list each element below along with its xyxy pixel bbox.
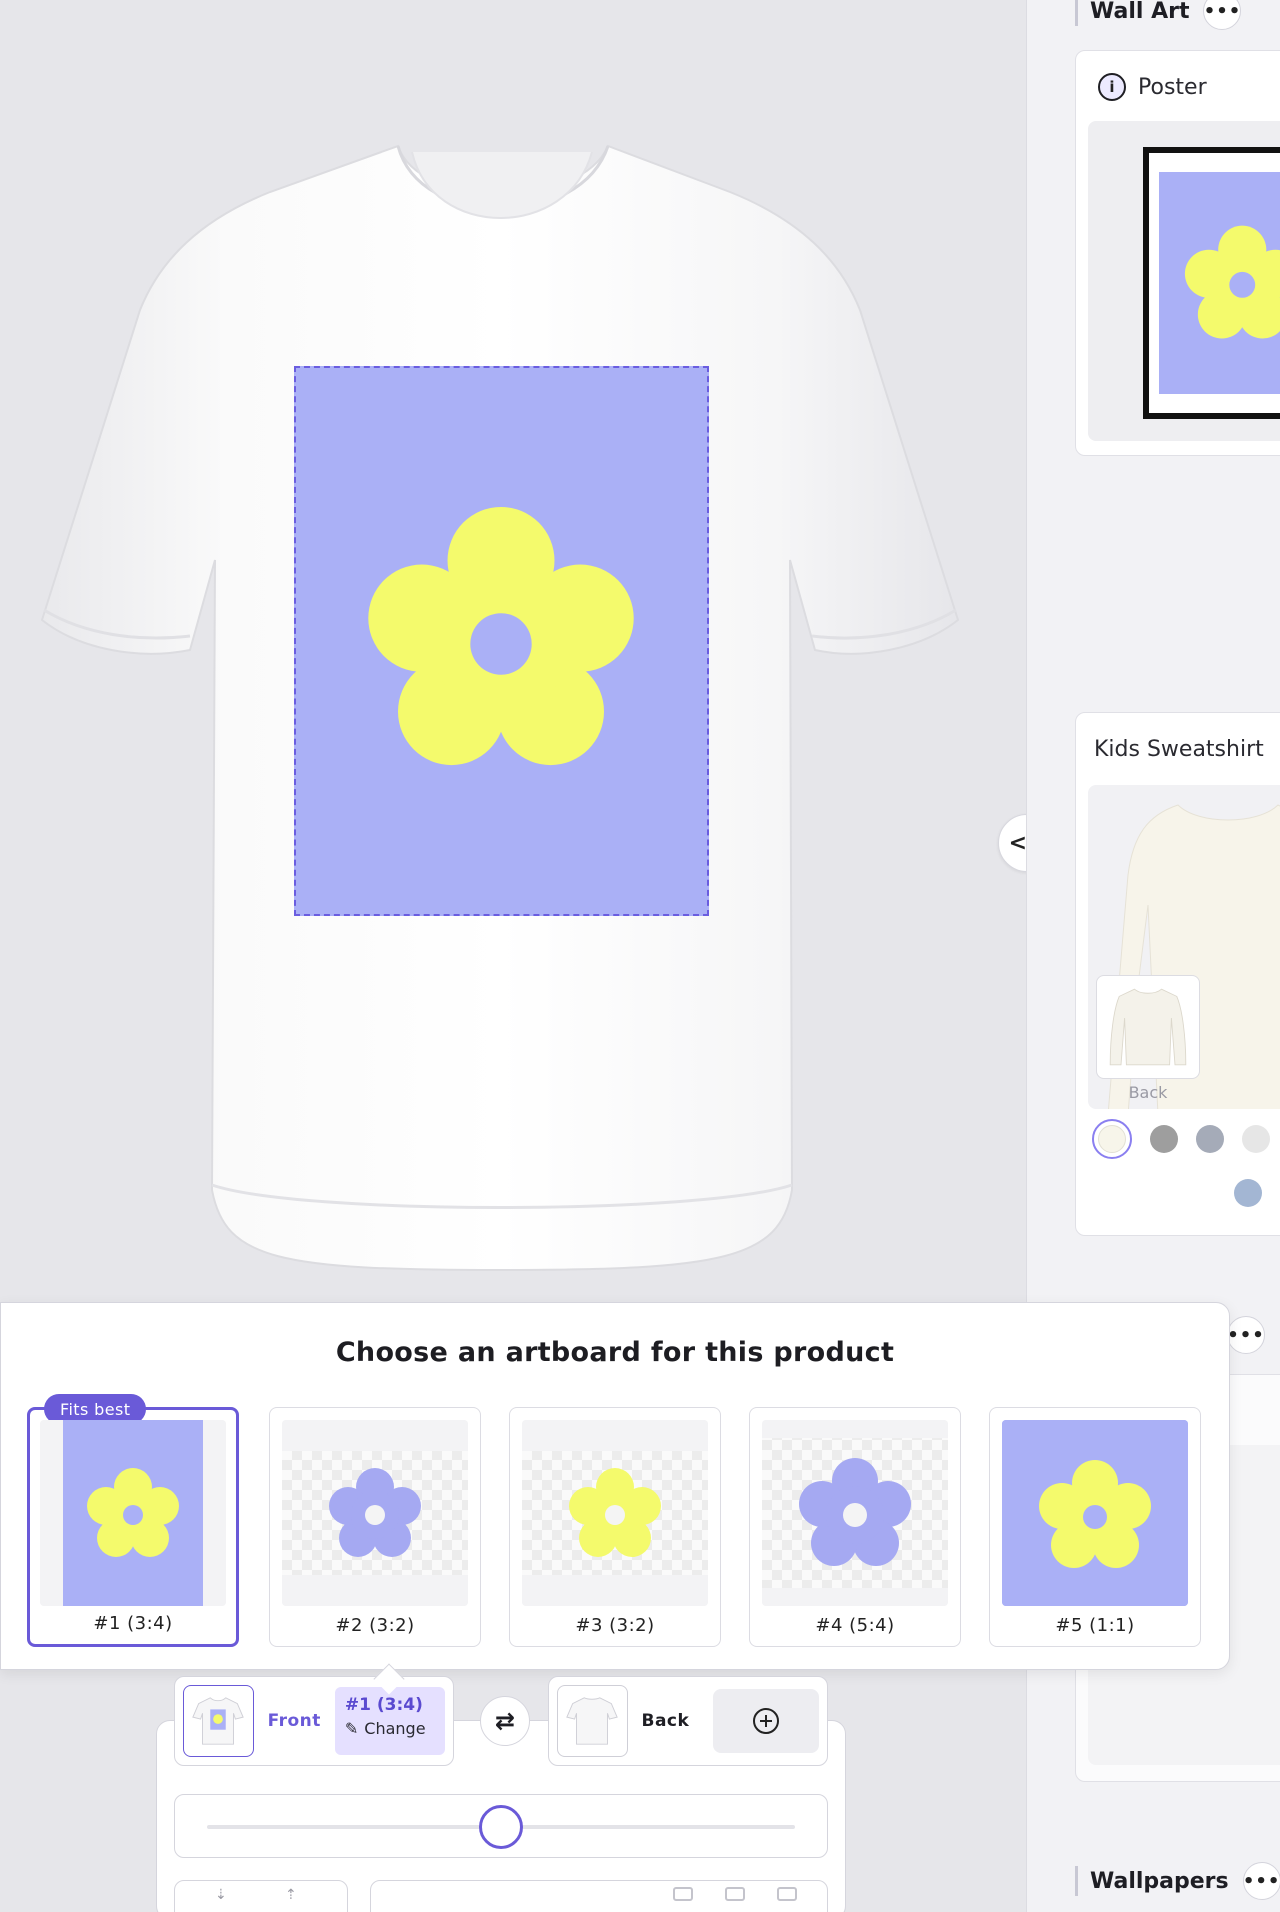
flower-design (296, 368, 707, 914)
artboard-option-3[interactable]: #3 (3:2) (509, 1407, 721, 1647)
change-artboard-button[interactable]: #1 (3:4) ✎ Change (334, 1687, 445, 1755)
more-dots-icon: ••• (1203, 0, 1242, 22)
poster-title: Poster (1138, 74, 1207, 100)
more-dots-icon: ••• (1242, 1870, 1280, 1892)
kids-sweatshirt-card[interactable]: Kids Sweatshirt Back (1075, 712, 1280, 1236)
flower-thumbnail (522, 1420, 708, 1606)
artboard-label: #3 (3:2) (575, 1615, 655, 1636)
current-artboard-label: #1 (3:4) (344, 1695, 423, 1715)
front-side-thumbnail[interactable] (183, 1685, 254, 1757)
artboard-thumbnail (1002, 1420, 1188, 1606)
artboard-option-5[interactable]: #5 (1:1) (989, 1407, 1201, 1647)
info-icon[interactable]: i (1098, 73, 1126, 101)
poster-preview (1088, 121, 1280, 441)
wall-art-more-button[interactable]: ••• (1203, 0, 1242, 30)
swap-arrows-icon: ⇄ (494, 1707, 516, 1735)
back-view-thumbnail[interactable] (1096, 975, 1200, 1079)
frame-icon (777, 1887, 797, 1901)
artboard-chooser-popover: Choose an artboard for this product Fits… (0, 1302, 1230, 1670)
back-label: Back (1128, 1083, 1168, 1102)
color-swatch-selected[interactable] (1092, 1119, 1132, 1159)
wallpapers-title: Wallpapers (1090, 1868, 1229, 1894)
artboard-option-1[interactable]: Fits best #1 (3:4) (27, 1394, 239, 1647)
kids-sweatshirt-title: Kids Sweatshirt (1094, 737, 1264, 762)
artboard-option-4[interactable]: #4 (5:4) (749, 1407, 961, 1647)
chooser-title: Choose an artboard for this product (335, 1337, 895, 1368)
poster-header: i Poster (1098, 73, 1207, 101)
plus-circle-icon (753, 1708, 780, 1734)
layer-tools[interactable] (370, 1880, 828, 1912)
artboard-thumbnail (282, 1420, 468, 1606)
layer-icon (673, 1887, 693, 1901)
front-side-group: Front #1 (3:4) ✎ Change (174, 1676, 454, 1766)
color-swatch[interactable] (1196, 1125, 1224, 1153)
artboard-option-2[interactable]: #2 (3:2) (269, 1407, 481, 1647)
color-swatch[interactable] (1150, 1125, 1178, 1153)
artboard-label: #4 (5:4) (815, 1615, 895, 1636)
scale-slider-thumb[interactable] (479, 1805, 523, 1849)
artboard-thumbnail (40, 1420, 226, 1606)
poster-card[interactable]: i Poster (1075, 50, 1280, 456)
sweatshirt-preview: Back (1088, 785, 1280, 1109)
add-design-button[interactable] (713, 1689, 819, 1753)
selected-artboard-on-product[interactable] (294, 366, 709, 916)
flower-thumbnail (40, 1420, 226, 1606)
artboard-thumbnail (762, 1420, 948, 1606)
flower-thumbnail (282, 1420, 468, 1606)
scale-slider-box (174, 1794, 828, 1858)
back-side-group: Back (548, 1676, 828, 1766)
wallpapers-more-button[interactable]: ••• (1242, 1862, 1280, 1900)
color-swatches (1092, 1119, 1270, 1159)
flower-thumbnail (762, 1420, 948, 1606)
tshirt-back-icon (566, 1697, 619, 1745)
wall-art-header: Wall Art ••• (1075, 0, 1242, 30)
color-swatch[interactable] (1234, 1179, 1262, 1207)
section-divider (1075, 1866, 1078, 1896)
section-divider (1075, 0, 1078, 26)
back-side-label[interactable]: Back (642, 1711, 690, 1731)
distribute-icon: ⇡ (285, 1887, 297, 1903)
flower-thumbnail (1002, 1420, 1188, 1606)
color-swatch[interactable] (1242, 1125, 1270, 1153)
more-dots-icon: ••• (1227, 1324, 1265, 1346)
artboard-label: #2 (3:2) (335, 1615, 415, 1636)
alignment-tools[interactable]: ⇣ ⇡ (174, 1880, 348, 1912)
align-icon: ⇣ (215, 1887, 227, 1903)
back-side-thumbnail[interactable] (557, 1685, 628, 1757)
artboard-thumbnail (522, 1420, 708, 1606)
artboard-label: #1 (3:4) (93, 1613, 173, 1634)
wall-art-title: Wall Art (1090, 0, 1190, 24)
artboard-label: #5 (1:1) (1055, 1615, 1135, 1636)
sweatshirt-back-icon (1109, 988, 1187, 1066)
pencil-icon: ✎ (344, 1719, 359, 1738)
wallpapers-header: Wallpapers ••• (1075, 1862, 1280, 1900)
front-label[interactable]: Front (268, 1711, 321, 1731)
tshirt-front-icon (192, 1697, 245, 1745)
swap-sides-button[interactable]: ⇄ (480, 1696, 530, 1746)
change-label: Change (364, 1719, 426, 1738)
section-more-button[interactable]: ••• (1227, 1316, 1265, 1354)
poster-flower-design (1159, 172, 1280, 394)
image-icon (725, 1887, 745, 1901)
poster-frame (1143, 147, 1280, 419)
